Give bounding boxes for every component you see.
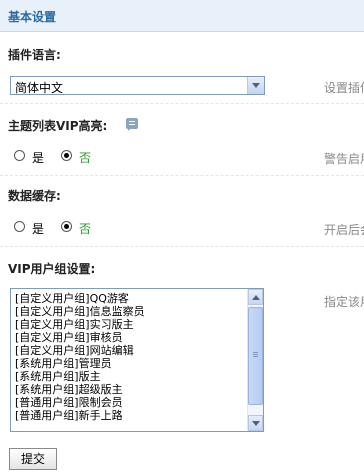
plugin-language-label: 插件语言: <box>8 48 61 62</box>
submit-button[interactable]: 提交 <box>9 448 57 470</box>
vip-groups-items: [自定义用户组]QQ游客 [自定义用户组]信息监察员 [自定义用户组]实习版主 [自定… <box>15 292 145 422</box>
section-title: 基本设置 <box>8 10 57 24</box>
scroll-thumb[interactable] <box>248 307 263 405</box>
data-cache-hint: 开启后会 <box>324 223 364 237</box>
scroll-down-icon[interactable] <box>248 415 263 431</box>
list-item[interactable]: [自定义用户组]信息监察员 <box>15 305 145 318</box>
plugin-language-hint: 设置插件 <box>324 81 364 95</box>
data-cache-no-label[interactable]: 否 <box>79 220 91 237</box>
vip-highlight-yes-label[interactable]: 是 <box>32 149 44 166</box>
divider <box>0 175 364 176</box>
divider <box>0 246 364 247</box>
help-icon[interactable] <box>126 118 138 131</box>
chevron-down-icon[interactable] <box>247 77 264 94</box>
scroll-up-icon[interactable] <box>248 289 263 305</box>
plugin-language-select[interactable]: 简体中文 <box>10 76 265 95</box>
list-item[interactable]: [系统用户组]版主 <box>15 370 145 383</box>
scrollbar[interactable] <box>247 289 263 431</box>
data-cache-no-radio[interactable] <box>61 221 72 232</box>
vip-highlight-hint: 警告启用 <box>324 152 364 166</box>
vip-highlight-no-label[interactable]: 否 <box>79 149 91 166</box>
list-item[interactable]: [普通用户组]新手上路 <box>15 409 145 422</box>
vip-highlight-no-radio[interactable] <box>61 150 72 161</box>
plugin-language-value: 简体中文 <box>15 81 64 95</box>
vip-highlight-yes-radio[interactable] <box>14 150 25 161</box>
list-item[interactable]: [自定义用户组]实习版主 <box>15 318 145 331</box>
divider <box>0 103 364 104</box>
data-cache-yes-radio[interactable] <box>14 221 25 232</box>
section-header: 基本设置 <box>0 0 364 32</box>
list-item[interactable]: [自定义用户组]QQ游客 <box>15 292 145 305</box>
list-item[interactable]: [普通用户组]限制会员 <box>15 396 145 409</box>
list-item[interactable]: [自定义用户组]网站编辑 <box>15 344 145 357</box>
vip-groups-label: VIP用户组设置: <box>8 262 96 276</box>
vip-highlight-label: 主题列表VIP高亮: <box>8 119 108 133</box>
list-item[interactable]: [系统用户组]管理员 <box>15 357 145 370</box>
vip-groups-hint: 指定该用 <box>324 295 364 309</box>
data-cache-label: 数据缓存: <box>8 189 61 203</box>
list-item[interactable]: [自定义用户组]审核员 <box>15 331 145 344</box>
data-cache-yes-label[interactable]: 是 <box>32 220 44 237</box>
vip-groups-listbox[interactable]: [自定义用户组]QQ游客 [自定义用户组]信息监察员 [自定义用户组]实习版主 [自定… <box>10 288 264 432</box>
list-item[interactable]: [系统用户组]超级版主 <box>15 383 145 396</box>
